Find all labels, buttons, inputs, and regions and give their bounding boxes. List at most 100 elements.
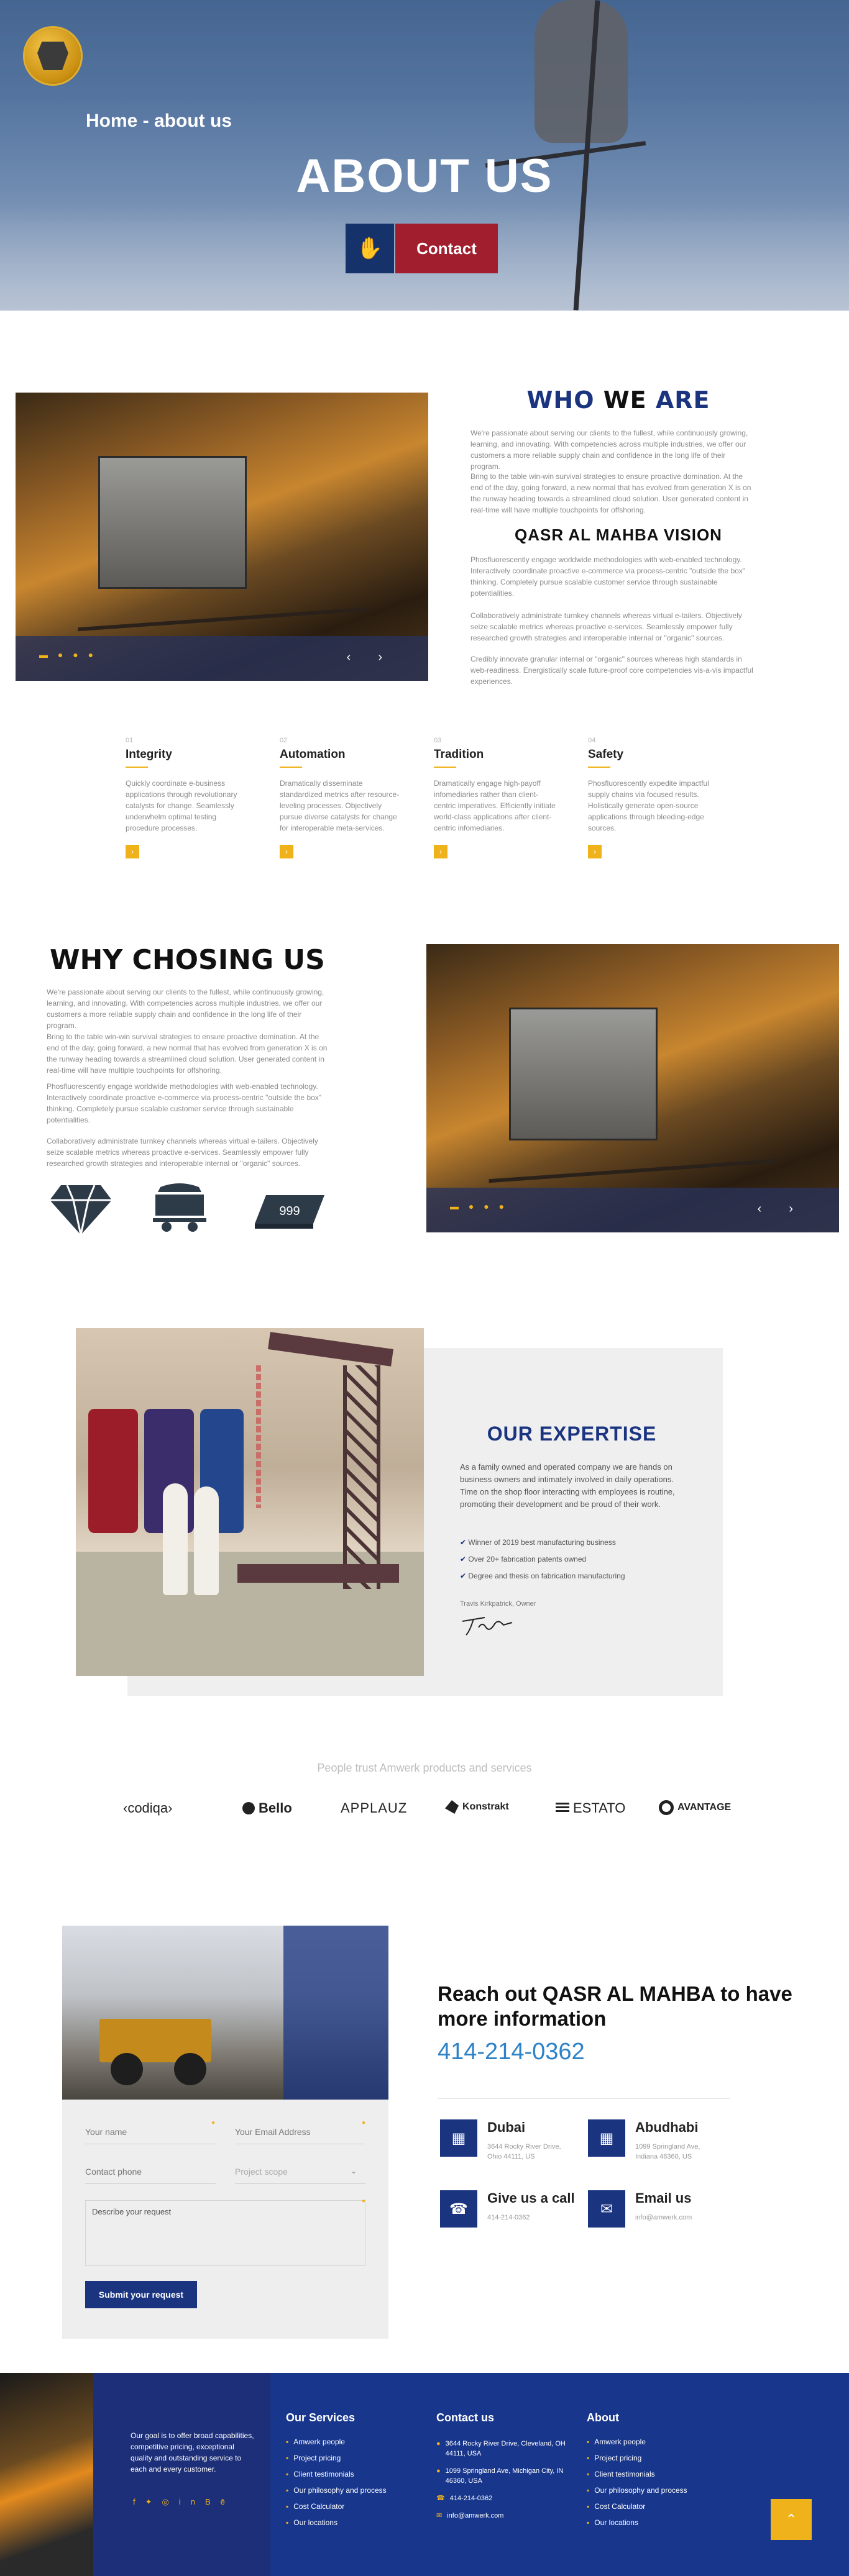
twitter-icon[interactable]: ✦ bbox=[145, 2497, 162, 2506]
slider-arrows[interactable]: ‹› bbox=[347, 650, 410, 665]
brand-applauz-logo[interactable]: APPLAUZ bbox=[341, 1800, 407, 1816]
breadcrumb: Home - about us bbox=[86, 111, 232, 131]
hero-banner: Home - about us ABOUT US ✋ Contact bbox=[0, 0, 849, 311]
brand-konstrakt-logo[interactable]: Konstrakt bbox=[445, 1800, 509, 1814]
email-icon: ✉ bbox=[436, 2512, 443, 2519]
required-marker: ● bbox=[362, 2119, 366, 2126]
name-field[interactable]: Your name bbox=[85, 2121, 216, 2144]
expertise-text: As a family owned and operated company w… bbox=[460, 1462, 675, 1509]
services-link[interactable]: ▪ Project pricing bbox=[286, 2450, 387, 2466]
konstrakt-mark-icon bbox=[445, 1800, 459, 1814]
check-item: ✔ Over 20+ fabrication patents owned bbox=[460, 1555, 587, 1563]
project-scope-select[interactable]: Project scope bbox=[235, 2160, 365, 2184]
value-underline bbox=[434, 767, 456, 768]
about-link[interactable]: ▪ Project pricing bbox=[587, 2450, 687, 2466]
services-link[interactable]: ▪ Client testimonials bbox=[286, 2466, 387, 2482]
footer-email[interactable]: ✉ info@amwerk.com bbox=[436, 2511, 567, 2521]
about-title: About bbox=[587, 2411, 619, 2424]
who-paragraph-1: We're passionate about serving our clien… bbox=[470, 429, 748, 471]
location-card-abudhabi: ▦ Abudhabi 1099 Springland Ave, Indiana 46… bbox=[588, 2119, 700, 2162]
footer-about-text: Our goal is to offer broad capabilities,… bbox=[131, 2431, 254, 2474]
hero-icon-button[interactable]: ✋ bbox=[346, 224, 394, 273]
figurine-right bbox=[194, 1486, 219, 1595]
signer-name: Travis Kirkpatrick, Owner bbox=[460, 1600, 536, 1608]
email-card[interactable]: ✉ Email us info@amwerk.com bbox=[588, 2190, 692, 2228]
value-card: 01 Integrity Quickly coordinate e-busine… bbox=[126, 737, 250, 858]
slider-dots[interactable]: ▬ ● ● ● bbox=[450, 1201, 508, 1211]
pumpjack-base bbox=[237, 1564, 399, 1583]
why-paragraph-3: Phosfluorescently engage worldwide metho… bbox=[47, 1082, 322, 1124]
why-paragraph-1: We're passionate about serving our clien… bbox=[47, 988, 324, 1030]
services-list: ▪ Amwerk people ▪ Project pricing ▪ Client … bbox=[286, 2434, 387, 2531]
value-arrow-button[interactable]: › bbox=[434, 845, 447, 858]
required-marker: ● bbox=[362, 2198, 366, 2205]
why-paragraph-2: Bring to the table win-win survival stra… bbox=[47, 1032, 328, 1075]
value-arrow-button[interactable]: › bbox=[280, 845, 293, 858]
value-number: 02 bbox=[280, 737, 288, 744]
mine-rail bbox=[77, 607, 367, 632]
services-link[interactable]: ▪ Our philosophy and process bbox=[286, 2482, 387, 2498]
gold-ingot-icon: 999 bbox=[255, 1195, 324, 1229]
pumpjack-tower bbox=[343, 1365, 380, 1589]
behance-icon[interactable]: Bē bbox=[205, 2497, 235, 2506]
logo-emblem-icon bbox=[37, 42, 68, 70]
value-arrow-button[interactable]: › bbox=[588, 845, 602, 858]
contact-phone[interactable]: 414-214-0362 bbox=[438, 2039, 585, 2065]
contact-title: Contact us bbox=[436, 2411, 495, 2424]
brand-codiqa-logo[interactable]: ‹codiqa› bbox=[123, 1800, 172, 1816]
about-link[interactable]: ▪ Amwerk people bbox=[587, 2434, 687, 2450]
mine-rail bbox=[488, 1158, 778, 1183]
figurine-left bbox=[163, 1483, 188, 1595]
footer-phone[interactable]: ☎ 414-214-0362 bbox=[436, 2493, 567, 2503]
slider-dots[interactable]: ▬ ● ● ● bbox=[39, 650, 97, 660]
email-field[interactable]: Your Email Address bbox=[235, 2121, 365, 2144]
scroll-to-top-button[interactable]: ⌃ bbox=[771, 2499, 812, 2540]
value-number: 03 bbox=[434, 737, 442, 744]
check-item: ✔ Degree and thesis on fabrication manuf… bbox=[460, 1572, 625, 1580]
site-logo[interactable] bbox=[25, 28, 81, 84]
linkedin-icon[interactable]: in bbox=[179, 2497, 205, 2506]
services-title: Our Services bbox=[286, 2411, 356, 2424]
mine-cart bbox=[508, 1008, 658, 1140]
divider bbox=[438, 2098, 730, 2099]
phone-field[interactable]: Contact phone bbox=[85, 2160, 216, 2184]
services-link[interactable]: ▪ Cost Calculator bbox=[286, 2498, 387, 2515]
avantage-mark-icon bbox=[659, 1800, 674, 1815]
about-link[interactable]: ▪ Our locations bbox=[587, 2515, 687, 2531]
who-paragraph-3: Phosfluorescently engage worldwide metho… bbox=[470, 555, 746, 598]
about-link[interactable]: ▪ Client testimonials bbox=[587, 2466, 687, 2482]
about-link[interactable]: ▪ Cost Calculator bbox=[587, 2498, 687, 2515]
location-card-dubai: ▦ Dubai 3644 Rocky River Drive, Ohio 44111… bbox=[440, 2119, 561, 2162]
why-title: WHY CHOSING US bbox=[50, 944, 325, 976]
value-title: Integrity bbox=[126, 748, 172, 761]
brand-bello-logo[interactable]: Bello bbox=[242, 1800, 292, 1816]
contact-button[interactable]: Contact bbox=[395, 224, 498, 273]
map-pin-icon: ● bbox=[436, 2440, 441, 2447]
call-card[interactable]: ☎ Give us a call 414-214-0362 bbox=[440, 2190, 575, 2228]
hand-icon: ✋ bbox=[356, 237, 383, 260]
services-link[interactable]: ▪ Our locations bbox=[286, 2515, 387, 2531]
truck-wheel bbox=[111, 2053, 143, 2085]
value-arrow-button[interactable]: › bbox=[126, 845, 139, 858]
social-links: f✦◎inBē bbox=[133, 2497, 235, 2507]
mine-cart-icon bbox=[153, 1183, 206, 1232]
slider-arrows[interactable]: ‹› bbox=[758, 1202, 820, 1216]
services-link[interactable]: ▪ Amwerk people bbox=[286, 2434, 387, 2450]
brand-avantage-logo[interactable]: AVANTAGE bbox=[659, 1800, 731, 1815]
value-title: Safety bbox=[588, 748, 624, 761]
value-underline bbox=[126, 767, 148, 768]
request-textarea[interactable]: Describe your request bbox=[85, 2200, 365, 2266]
value-card: 04 Safety Phosfluorescently expedite imp… bbox=[588, 737, 712, 858]
check-item: ✔ Winner of 2019 best manufacturing busi… bbox=[460, 1538, 616, 1547]
value-text: Dramatically engage high-payoff infomedi… bbox=[434, 779, 556, 832]
instagram-icon[interactable]: ◎ bbox=[162, 2497, 179, 2506]
brand-estato-logo[interactable]: ESTATO bbox=[556, 1800, 625, 1816]
facebook-icon[interactable]: f bbox=[133, 2497, 145, 2506]
ingot-label: 999 bbox=[279, 1204, 300, 1218]
submit-button[interactable]: Submit your request bbox=[85, 2281, 197, 2308]
value-number: 04 bbox=[588, 737, 596, 744]
footer-address: ● 1099 Springland Ave, Michigan City, IN … bbox=[436, 2467, 564, 2485]
about-link[interactable]: ▪ Our philosophy and process bbox=[587, 2482, 687, 2498]
who-paragraph-2: Bring to the table win-win survival stra… bbox=[470, 472, 751, 514]
who-we-are-title: WHO WE ARE bbox=[526, 386, 710, 414]
